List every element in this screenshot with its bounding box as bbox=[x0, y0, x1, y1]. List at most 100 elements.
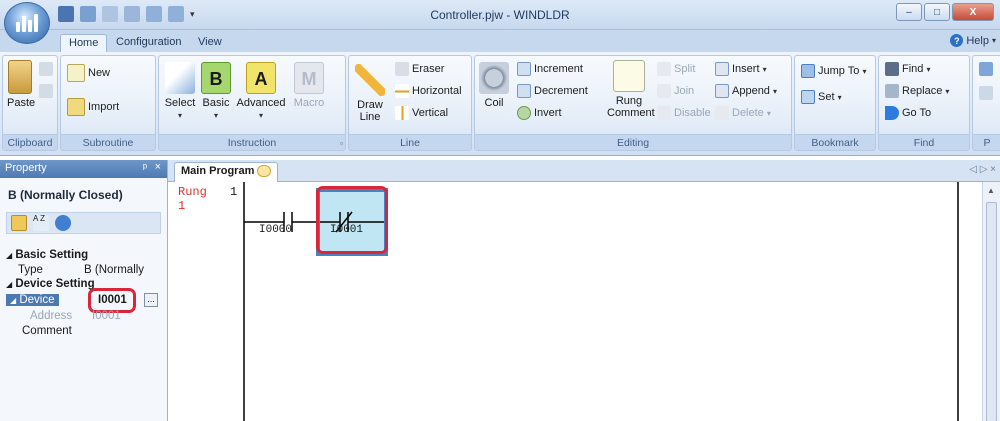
rung-comment-icon bbox=[613, 60, 645, 92]
property-pages-icon[interactable] bbox=[55, 215, 71, 231]
address-label: Address bbox=[30, 310, 73, 322]
help-label: Help bbox=[966, 34, 989, 47]
basic-b-icon: B bbox=[201, 62, 231, 94]
group-instruction: Select ▾ B Basic ▾ A Advanced ▾ M Macro Ins… bbox=[158, 55, 346, 151]
paste-icon bbox=[8, 60, 32, 94]
help-button[interactable]: ? Help ▾ bbox=[950, 34, 996, 47]
tab-main-program[interactable]: Main Program bbox=[174, 162, 279, 182]
append-button[interactable]: Append ▾ bbox=[715, 84, 777, 98]
vertical-scrollbar[interactable]: ▲ bbox=[982, 182, 1000, 421]
partial-option-icon[interactable] bbox=[979, 86, 993, 100]
decrement-button[interactable]: Decrement bbox=[517, 84, 588, 98]
scroll-up-icon[interactable]: ▲ bbox=[987, 186, 995, 195]
append-icon bbox=[715, 84, 729, 98]
delete-button[interactable]: Delete ▾ bbox=[715, 106, 771, 120]
rung-comment-button[interactable]: Rung Comment bbox=[605, 60, 655, 119]
partial-group-label: P bbox=[973, 134, 1000, 150]
pin-icon[interactable]: ᵖ bbox=[143, 162, 147, 174]
jump-to-icon bbox=[801, 64, 815, 78]
import-icon bbox=[67, 98, 85, 116]
copy-icon[interactable] bbox=[39, 84, 53, 98]
minimize-button[interactable]: – bbox=[896, 3, 922, 21]
replace-icon bbox=[885, 84, 899, 98]
find-group-label: Find bbox=[879, 134, 969, 150]
ribbon: Paste Clipboard New Import Subroutine Se… bbox=[0, 52, 1000, 156]
disable-icon bbox=[657, 106, 671, 120]
jump-to-button[interactable]: Jump To ▾ bbox=[801, 64, 866, 78]
close-button[interactable]: X bbox=[952, 3, 994, 21]
import-button[interactable]: Import bbox=[67, 98, 119, 116]
eraser-button[interactable]: Eraser bbox=[395, 62, 444, 76]
join-icon bbox=[657, 84, 671, 98]
coil-icon bbox=[479, 62, 509, 94]
address-value: I0001 bbox=[92, 310, 121, 322]
ladder-editor: Main Program ◁ ▷ × Rung 1 1 I0000 I0001 … bbox=[168, 160, 1000, 421]
advanced-button[interactable]: A Advanced ▾ bbox=[235, 62, 287, 122]
device-browse-button[interactable]: ... bbox=[144, 293, 158, 307]
device-setting-section[interactable]: ◢ Device Setting bbox=[6, 278, 95, 290]
insert-button[interactable]: Insert ▾ bbox=[715, 62, 767, 76]
new-subroutine-button[interactable]: New bbox=[67, 64, 110, 82]
program-icon bbox=[257, 165, 272, 178]
categorized-icon[interactable] bbox=[11, 215, 27, 231]
draw-line-button[interactable]: Draw Line bbox=[353, 64, 387, 123]
group-partial: P bbox=[972, 55, 1000, 151]
application-menu-button[interactable] bbox=[4, 2, 50, 44]
ribbon-tabs: Home Configuration View ? Help ▾ bbox=[0, 30, 1000, 52]
panel-close-icon[interactable]: × bbox=[155, 161, 161, 173]
basic-button[interactable]: B Basic ▾ bbox=[201, 62, 231, 122]
disable-button[interactable]: Disable bbox=[657, 106, 711, 120]
tab-home[interactable]: Home bbox=[60, 34, 108, 52]
sort-alphabetical-icon[interactable]: A Z bbox=[33, 215, 49, 231]
invert-button[interactable]: Invert bbox=[517, 106, 562, 120]
vertical-line-icon bbox=[395, 106, 409, 120]
tab-configuration[interactable]: Configuration bbox=[108, 34, 189, 52]
set-bookmark-button[interactable]: Set ▾ bbox=[801, 90, 842, 104]
group-editing: Coil Increment Decrement Invert Rung Com… bbox=[474, 55, 792, 151]
basic-setting-section[interactable]: ◢ Basic Setting bbox=[6, 249, 88, 261]
binoculars-icon bbox=[885, 62, 899, 76]
paste-button[interactable]: Paste bbox=[7, 60, 35, 109]
window-controls: – □ X bbox=[896, 3, 994, 21]
editing-group-label: Editing bbox=[475, 134, 791, 150]
macro-button[interactable]: M Macro bbox=[291, 62, 327, 109]
type-value[interactable]: B (Normally bbox=[84, 264, 144, 276]
property-panel-header: Property ᵖ × bbox=[0, 160, 167, 178]
horizontal-line-icon bbox=[395, 84, 409, 98]
vertical-line-button[interactable]: Vertical bbox=[395, 106, 448, 120]
new-icon bbox=[67, 64, 85, 82]
scroll-thumb[interactable] bbox=[986, 202, 997, 421]
split-button[interactable]: Split bbox=[657, 62, 695, 76]
partial-download-icon[interactable] bbox=[979, 62, 993, 76]
property-toolbar: A Z bbox=[6, 212, 161, 234]
select-button[interactable]: Select ▾ bbox=[163, 62, 197, 122]
document-tab-nav[interactable]: ◁ ▷ × bbox=[969, 164, 996, 175]
join-button[interactable]: Join bbox=[657, 84, 694, 98]
group-line: Draw Line Eraser Horizontal Vertical Lin… bbox=[348, 55, 472, 151]
replace-button[interactable]: Replace ▾ bbox=[885, 84, 949, 98]
tab-view[interactable]: View bbox=[190, 34, 230, 52]
bookmark-icon bbox=[801, 90, 815, 104]
coil-button[interactable]: Coil bbox=[479, 62, 509, 109]
line-group-label: Line bbox=[349, 134, 471, 150]
dialog-launcher-icon[interactable]: ▫ bbox=[340, 139, 343, 148]
delete-icon bbox=[715, 106, 729, 120]
go-to-button[interactable]: Go To bbox=[885, 106, 931, 120]
document-tabs: Main Program ◁ ▷ × bbox=[168, 160, 1000, 182]
find-button[interactable]: Find ▾ bbox=[885, 62, 930, 76]
property-panel: Property ᵖ × B (Normally Closed) A Z ◢ B… bbox=[0, 160, 168, 421]
app-logo-icon bbox=[16, 14, 38, 32]
increment-button[interactable]: Increment bbox=[517, 62, 583, 76]
eraser-icon bbox=[395, 62, 409, 76]
clipboard-group-label: Clipboard bbox=[3, 134, 57, 150]
increment-icon bbox=[517, 62, 531, 76]
split-icon bbox=[657, 62, 671, 76]
selection-highlight bbox=[316, 186, 388, 254]
property-panel-title: Property bbox=[5, 162, 47, 174]
maximize-button[interactable]: □ bbox=[924, 3, 950, 21]
select-cursor-icon bbox=[165, 62, 195, 94]
device-label[interactable]: ◢ Device bbox=[6, 294, 59, 306]
instruction-type-title: B (Normally Closed) bbox=[8, 188, 123, 202]
horizontal-line-button[interactable]: Horizontal bbox=[395, 84, 462, 98]
cut-icon[interactable] bbox=[39, 62, 53, 76]
